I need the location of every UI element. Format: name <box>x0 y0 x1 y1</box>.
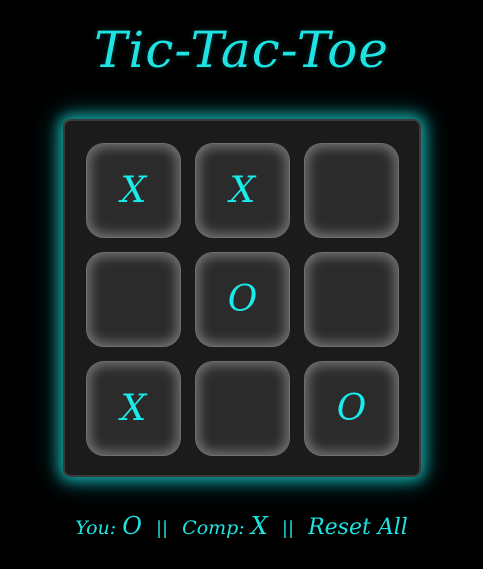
board-cell-2[interactable]: X <box>195 143 290 238</box>
cell-mark <box>87 253 180 346</box>
you-mark: O <box>122 512 142 540</box>
cell-mark: X <box>229 169 256 211</box>
cell-mark <box>305 144 398 237</box>
cell-mark <box>305 253 398 346</box>
board-cell-7[interactable]: X <box>86 361 181 456</box>
board-cell-6[interactable] <box>304 252 399 347</box>
board-cell-8[interactable] <box>195 361 290 456</box>
separator: || <box>281 518 295 539</box>
board-cell-1[interactable]: X <box>86 143 181 238</box>
separator: || <box>155 518 169 539</box>
game-board: X X O X O <box>63 119 421 477</box>
board-cell-3[interactable] <box>304 143 399 238</box>
comp-label: Comp: <box>182 517 245 539</box>
board-cell-4[interactable] <box>86 252 181 347</box>
cell-mark: X <box>120 387 147 429</box>
cell-mark: X <box>120 169 147 211</box>
cell-mark: O <box>336 387 367 429</box>
reset-all-button[interactable]: Reset All <box>308 515 408 540</box>
you-label: You: <box>75 517 117 539</box>
board-cell-5[interactable]: O <box>195 252 290 347</box>
comp-mark: X <box>250 512 268 540</box>
scoreboard: You: O || Comp: X || Reset All <box>0 508 483 547</box>
board-cell-9[interactable]: O <box>304 361 399 456</box>
game-title: Tic-Tac-Toe <box>93 21 389 79</box>
cell-mark: O <box>227 278 258 320</box>
cell-mark <box>196 362 289 455</box>
